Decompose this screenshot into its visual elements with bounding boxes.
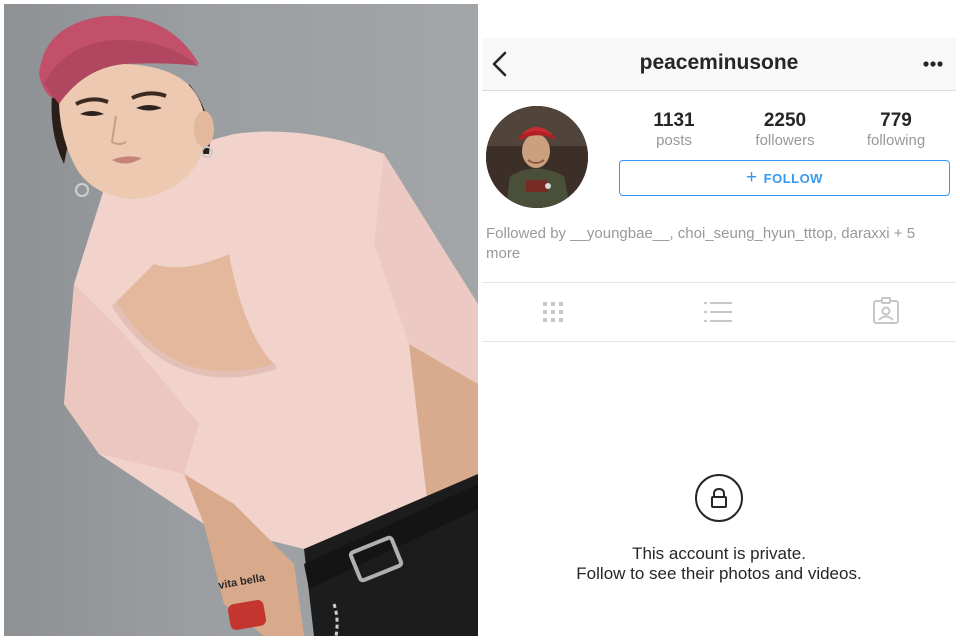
portrait-illustration: vita bella [39, 15, 478, 636]
profile-tab-bar [482, 282, 956, 342]
posts-count: 1131 [653, 110, 695, 131]
private-title: This account is private. [632, 544, 806, 563]
avatar-image [486, 106, 588, 208]
followed-by-text[interactable]: Followed by __youngbae__, choi_seung_hyu… [486, 224, 952, 264]
followers-label: followers [755, 132, 815, 149]
followers-count: 2250 [763, 110, 807, 131]
private-account-notice: This account is private. Follow to see t… [482, 474, 956, 584]
stat-followers[interactable]: 2250 followers [730, 110, 840, 150]
stat-following[interactable]: 779 following [841, 110, 951, 150]
following-label: following [866, 132, 926, 149]
posts-label: posts [656, 132, 692, 149]
profile-photo: vita bella [4, 4, 478, 636]
stat-posts[interactable]: 1131 posts [619, 110, 729, 150]
plus-icon: + [746, 167, 758, 188]
profile-screen: peaceminusone 1131 posts 2250 followers [482, 38, 956, 636]
tagged-icon [873, 297, 899, 324]
private-subtitle: Follow to see their photos and videos. [576, 564, 862, 583]
nav-bar: peaceminusone [482, 38, 956, 91]
more-dots-icon [923, 61, 943, 67]
list-icon [704, 302, 732, 322]
follow-button[interactable]: + FOLLOW [619, 160, 950, 196]
following-count: 779 [880, 110, 912, 131]
username-title: peaceminusone [639, 51, 799, 74]
tab-list[interactable] [702, 296, 734, 328]
avatar[interactable] [486, 106, 588, 208]
grid-icon [543, 302, 563, 322]
tab-tagged[interactable] [870, 296, 902, 328]
tab-grid[interactable] [537, 296, 569, 328]
more-options-button[interactable] [918, 52, 948, 76]
follow-button-label: FOLLOW [763, 170, 823, 186]
lock-icon [695, 474, 743, 522]
